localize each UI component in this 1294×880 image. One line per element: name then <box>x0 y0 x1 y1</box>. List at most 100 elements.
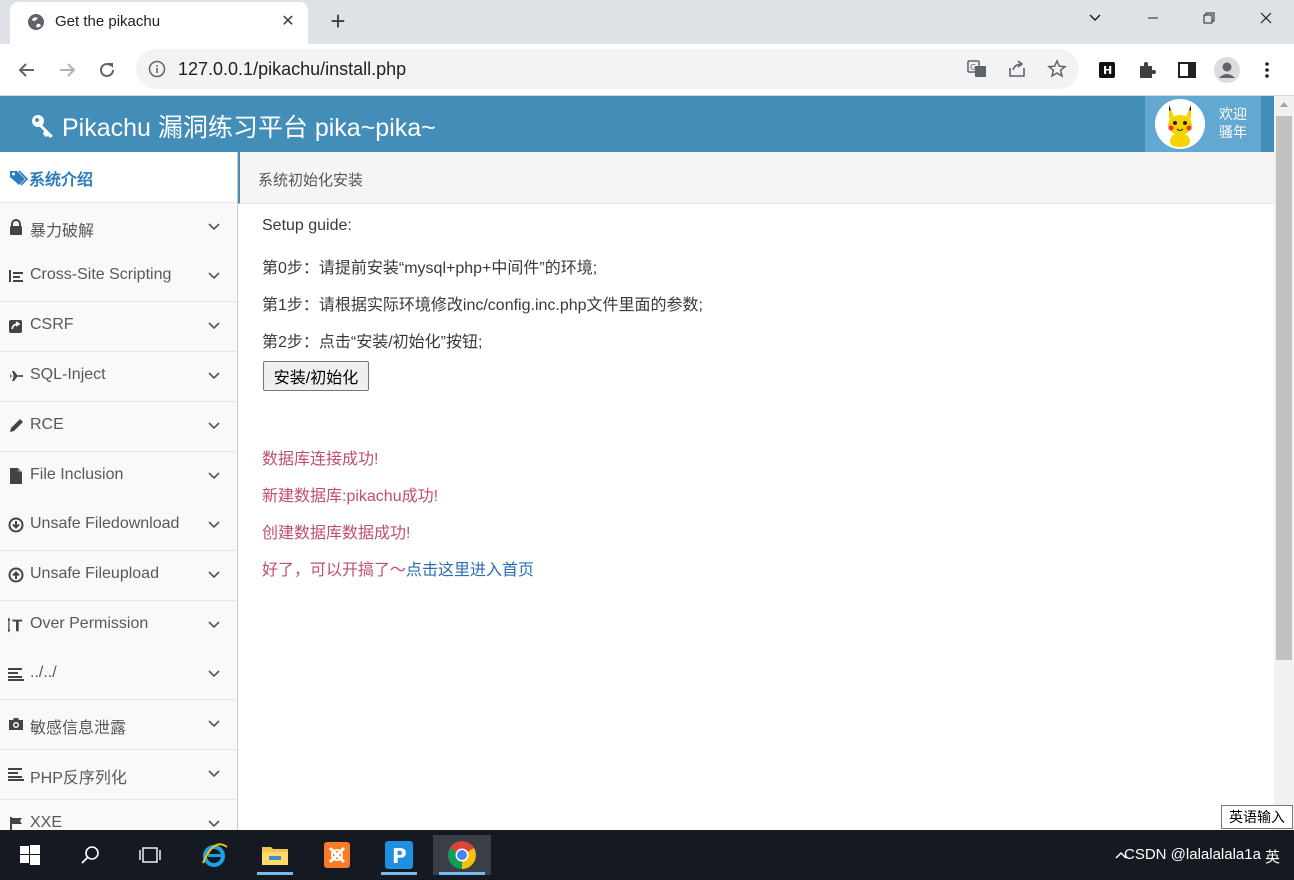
install-init-button[interactable]: 安装/初始化 <box>263 361 369 391</box>
setup-step-2: 第2步：点击“安装/初始化”按钮; <box>262 334 483 351</box>
address-bar[interactable]: 127.0.0.1/pikachu/install.php G <box>136 49 1079 89</box>
extensions-puzzle-icon[interactable] <box>1131 54 1163 86</box>
download-circle-icon <box>8 517 24 533</box>
file-explorer-icon[interactable] <box>251 835 299 875</box>
search-icon[interactable] <box>66 835 114 875</box>
url-text[interactable]: 127.0.0.1/pikachu/install.php <box>178 59 406 80</box>
extension-h-icon[interactable]: H <box>1091 54 1123 86</box>
scroll-up-arrow-icon[interactable] <box>1280 102 1288 107</box>
bookmark-star-icon[interactable] <box>1043 55 1071 83</box>
data-create-success: 创建数据库数据成功! <box>262 525 411 542</box>
chevron-down-icon <box>208 223 220 231</box>
chevron-down-icon <box>208 322 220 330</box>
db-create-success: 新建数据库:pikachu成功! <box>262 488 439 505</box>
xampp-icon[interactable] <box>313 835 361 875</box>
chevron-down-icon <box>208 521 220 529</box>
go-home-link[interactable]: 点击这里进入首页 <box>406 562 534 579</box>
sidebar-item-label: Cross-Site Scripting <box>30 266 172 283</box>
p-app-running-indicator <box>381 872 417 875</box>
task-view-icon[interactable] <box>126 835 174 875</box>
ie-browser-icon[interactable] <box>190 835 238 875</box>
watermark-text: CSDN @lalalalala1a <box>1124 846 1261 863</box>
page-header: Pikachu 漏洞练习平台 pika~pika~ 欢迎 骚年 <box>0 96 1274 152</box>
scrollbar-thumb[interactable] <box>1276 116 1292 660</box>
welcome-line-2: 骚年 <box>1219 124 1247 140</box>
vertical-scrollbar[interactable] <box>1274 96 1294 830</box>
chevron-down-icon <box>208 820 220 828</box>
chevron-down-icon <box>208 621 220 629</box>
chrome-icon[interactable] <box>433 835 491 875</box>
done-message: 好了，可以开搞了～点击这里进入首页 <box>262 556 534 580</box>
share-icon[interactable] <box>1003 55 1031 83</box>
align-left-icon <box>8 666 24 682</box>
lock-icon <box>8 219 24 235</box>
sidebar-item-label: CSRF <box>30 316 74 333</box>
minimize-icon[interactable] <box>1124 0 1181 36</box>
browser-tab[interactable]: Get the pikachu ✕ <box>10 2 308 44</box>
setup-step-0: 第0步：请提前安装“mysql+php+中间件”的环境; <box>262 260 598 277</box>
user-menu[interactable]: 欢迎 骚年 <box>1145 96 1261 152</box>
upload-circle-icon <box>8 567 24 583</box>
brand[interactable]: Pikachu 漏洞练习平台 pika~pika~ <box>30 108 436 144</box>
key-icon <box>30 113 56 139</box>
db-connect-success: 数据库连接成功! <box>262 451 379 468</box>
windows-start-icon[interactable] <box>6 835 54 875</box>
chevron-down-icon <box>208 472 220 480</box>
back-arrow-icon[interactable] <box>11 54 43 86</box>
sidebar-item-file-inclusion[interactable]: File Inclusion <box>0 452 237 502</box>
browser-menu-icon[interactable] <box>1251 54 1283 86</box>
sidebar-item-label: ../../ <box>30 664 57 681</box>
breadcrumb: 系统初始化安装 <box>238 152 1274 204</box>
share-icon <box>8 318 24 334</box>
welcome-text: 欢迎 骚年 <box>1219 105 1247 141</box>
flag-icon <box>8 816 24 830</box>
sidebar-item-sql-inject[interactable]: SQL-Inject <box>0 352 237 402</box>
sidebar-item-over-permission[interactable]: Over Permission <box>0 601 237 651</box>
tab-close-icon[interactable]: ✕ <box>278 12 298 32</box>
translate-icon[interactable]: G <box>963 55 991 83</box>
sidebar-item-brute-force[interactable]: 暴力破解 <box>0 203 237 253</box>
tab-search-chevron-icon[interactable] <box>1066 0 1123 36</box>
chevron-down-icon <box>208 422 220 430</box>
close-window-icon[interactable] <box>1237 0 1294 36</box>
forward-arrow-icon[interactable] <box>51 54 83 86</box>
browser-toolbar: 127.0.0.1/pikachu/install.php G H <box>0 44 1294 96</box>
welcome-line-1: 欢迎 <box>1219 106 1247 122</box>
sidebar-item-label: 暴力破解 <box>30 223 95 240</box>
sidebar-item-xss[interactable]: Cross-Site Scripting <box>0 252 237 302</box>
globe-icon <box>27 13 45 31</box>
sidebar-item-intro[interactable]: 系统介绍 <box>0 152 237 203</box>
chevron-down-icon <box>208 720 220 728</box>
restore-icon[interactable] <box>1180 0 1237 36</box>
sidebar-item-unsafe-filedownload[interactable]: Unsafe Filedownload <box>0 501 237 551</box>
align-left-icon <box>8 766 24 782</box>
chevron-down-icon <box>208 372 220 380</box>
sidebar-item-label: 敏感信息泄露 <box>30 720 127 737</box>
setup-step-1: 第1步：请根据实际环境修改inc/config.inc.php文件里面的参数; <box>262 297 703 314</box>
ime-tooltip: 英语输入 <box>1221 805 1293 829</box>
sidebar-active-label: 系统介绍 <box>29 172 94 189</box>
sidebar-item-unsafe-fileupload[interactable]: Unsafe Fileupload <box>0 551 237 601</box>
svg-text:P: P <box>392 844 407 868</box>
sidebar-item-rce[interactable]: RCE <box>0 402 237 452</box>
sidebar-item-dir-traversal[interactable]: ../../ <box>0 650 237 700</box>
sidebar-item-label: Unsafe Fileupload <box>30 565 159 582</box>
site-info-icon[interactable] <box>148 60 166 78</box>
ime-indicator[interactable]: 英 <box>1265 846 1280 867</box>
pencil-icon <box>8 418 24 434</box>
explorer-running-indicator <box>257 872 293 875</box>
reload-icon[interactable] <box>91 54 123 86</box>
side-panel-icon[interactable] <box>1171 54 1203 86</box>
sidebar: 系统介绍 暴力破解 Cross-Site Scripting CSRF SQL-… <box>0 152 238 830</box>
sidebar-item-label: File Inclusion <box>30 466 124 483</box>
p-app-icon[interactable]: P <box>375 835 423 875</box>
sidebar-item-xxe[interactable]: XXE <box>0 800 237 830</box>
tags-icon <box>10 170 29 186</box>
file-icon <box>8 468 24 484</box>
sidebar-item-info-leak[interactable]: 敏感信息泄露 <box>0 700 237 750</box>
new-tab-button[interactable]: + <box>322 6 354 38</box>
sidebar-item-php-unserialize[interactable]: PHP反序列化 <box>0 750 237 800</box>
sidebar-item-label: Over Permission <box>30 615 149 632</box>
profile-avatar-icon[interactable] <box>1211 54 1243 86</box>
sidebar-item-csrf[interactable]: CSRF <box>0 302 237 352</box>
